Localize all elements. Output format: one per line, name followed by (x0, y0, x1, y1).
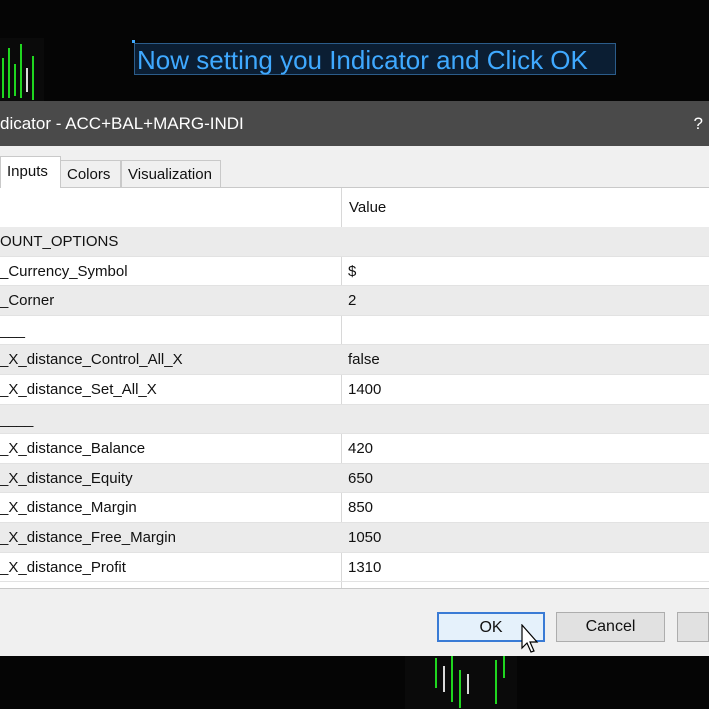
param-name: _X_distance_Equity (0, 469, 133, 487)
dialog-titlebar[interactable]: dicator - ACC+BAL+MARG-INDI ? (0, 101, 709, 146)
candle (459, 670, 461, 708)
table-row[interactable]: _Currency_Symbol $ (0, 257, 709, 287)
table-row[interactable]: ____ (0, 404, 709, 435)
param-name: OUNT_OPTIONS (0, 233, 119, 250)
table-row[interactable]: _X_distance_Equity 650 (0, 463, 709, 494)
candle (32, 56, 34, 100)
table-row[interactable]: _X_distance_Set_All_X 1400 (0, 375, 709, 405)
param-value[interactable]: 1310 (348, 553, 381, 582)
tab-colors[interactable]: Colors (60, 160, 121, 187)
table-row[interactable]: _X_distance_Free_Margin 1050 (0, 523, 709, 553)
param-name: _X_distance_Profit (0, 558, 126, 576)
candle (435, 658, 437, 688)
param-name: _X_distance_Control_All_X (0, 351, 183, 369)
candle (8, 48, 10, 98)
candle (26, 68, 28, 92)
candle (503, 656, 505, 678)
param-value[interactable]: false (348, 345, 380, 374)
table-row[interactable]: _X_distance_Balance 420 (0, 434, 709, 464)
param-value[interactable]: 1400 (348, 375, 381, 404)
param-name: ____ (0, 410, 34, 428)
instruction-banner: Now setting you Indicator and Click OK (134, 43, 616, 75)
grid-header: Value (0, 188, 709, 228)
param-name: _Currency_Symbol (0, 262, 128, 280)
candle (2, 58, 4, 98)
param-value[interactable]: 850 (348, 493, 373, 522)
mini-chart-top-left (0, 38, 44, 102)
help-button[interactable]: ? (694, 101, 703, 146)
candle (467, 674, 469, 694)
table-row[interactable]: _X_distance_Profit 1310 (0, 553, 709, 583)
table-row[interactable]: _X_distance_Control_All_X false (0, 345, 709, 375)
param-value[interactable]: 650 (348, 464, 373, 493)
param-value[interactable]: 1050 (348, 523, 381, 552)
mini-chart-bottom (405, 656, 517, 709)
reset-button-partial[interactable] (677, 612, 709, 642)
param-value[interactable]: 420 (348, 434, 373, 463)
candle (443, 666, 445, 692)
param-value[interactable]: 2 (348, 286, 356, 315)
table-row[interactable]: ___ (0, 316, 709, 346)
cancel-button[interactable]: Cancel (556, 612, 665, 642)
table-row[interactable]: _Corner 2 (0, 286, 709, 316)
param-name: _X_distance_Free_Margin (0, 529, 176, 546)
inputs-grid[interactable]: Value OUNT_OPTIONS _Currency_Symbol $ _C… (0, 187, 709, 589)
param-name: _X_distance_Balance (0, 440, 146, 458)
param-name: ___ (0, 321, 26, 339)
column-header-value[interactable]: Value (349, 188, 386, 227)
candle (451, 656, 453, 702)
param-value[interactable]: $ (348, 257, 356, 286)
param-name: _X_distance_Set_All_X (0, 381, 157, 398)
tab-visualization[interactable]: Visualization (121, 160, 221, 187)
param-name: _X_distance_Margin (0, 499, 137, 517)
tab-strip: Inputs Colors Visualization (0, 146, 709, 188)
tab-inputs[interactable]: Inputs (0, 156, 61, 188)
candle (20, 44, 22, 98)
candle (14, 64, 16, 96)
indicator-properties-dialog: dicator - ACC+BAL+MARG-INDI ? Inputs Col… (0, 101, 709, 656)
candle (495, 660, 497, 704)
param-name: _Corner (0, 292, 55, 310)
dialog-title: dicator - ACC+BAL+MARG-INDI (0, 114, 244, 133)
table-row[interactable]: OUNT_OPTIONS (0, 227, 709, 257)
table-row[interactable]: _X_distance_Margin 850 (0, 493, 709, 523)
mouse-cursor-icon (521, 624, 539, 653)
